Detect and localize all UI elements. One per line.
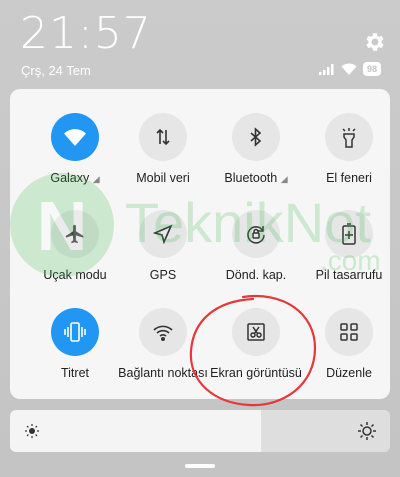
- tile-label: Bağlantı noktası: [118, 366, 208, 380]
- tile-label: Ekran görüntüsü: [210, 366, 302, 380]
- tile-wifi[interactable]: Galaxy ◢: [28, 113, 122, 213]
- tile-label: Dönd. kap.: [225, 268, 287, 282]
- airplane-icon[interactable]: [51, 210, 99, 258]
- wifi-icon: [341, 63, 357, 75]
- screenshot-icon[interactable]: [232, 308, 280, 356]
- tile-flashlight[interactable]: El feneri: [302, 113, 396, 213]
- tile-label: GPS: [149, 268, 177, 282]
- flashlight-icon[interactable]: [325, 113, 373, 161]
- tile-mobile-data[interactable]: Mobil veri: [116, 113, 210, 213]
- gear-icon[interactable]: [363, 30, 387, 54]
- battery-saver-icon[interactable]: [325, 210, 373, 258]
- panel-drag-handle[interactable]: [185, 464, 215, 468]
- tile-bluetooth[interactable]: Bluetooth ◢: [209, 113, 303, 213]
- wifi-icon[interactable]: [51, 113, 99, 161]
- brightness-low-icon: [25, 424, 39, 438]
- tile-battery-saver[interactable]: Pil tasarrufu: [302, 210, 396, 310]
- bluetooth-icon[interactable]: [232, 113, 280, 161]
- battery-icon: 98: [363, 62, 382, 76]
- status-icons: 98: [319, 62, 382, 76]
- tile-label: Bluetooth: [224, 171, 278, 185]
- rotation-lock-icon[interactable]: [232, 210, 280, 258]
- expand-icon[interactable]: ◢: [93, 174, 100, 184]
- tile-airplane[interactable]: Uçak modu: [28, 210, 122, 310]
- quick-settings-panel: Galaxy ◢ Mobil veri Bluetooth ◢ El fener…: [10, 89, 390, 399]
- tile-vibrate[interactable]: Titret: [28, 308, 122, 408]
- mobile-data-icon[interactable]: [139, 113, 187, 161]
- vibrate-icon[interactable]: [51, 308, 99, 356]
- date: Çrş, 24 Tem: [21, 63, 91, 78]
- brightness-slider[interactable]: [10, 410, 390, 452]
- tile-label: Mobil veri: [136, 171, 190, 185]
- signal-icon: [319, 63, 334, 75]
- edit-grid-icon[interactable]: [325, 308, 373, 356]
- tile-hotspot[interactable]: Bağlantı noktası: [116, 308, 210, 408]
- tile-label: Düzenle: [326, 366, 372, 380]
- tile-label: Pil tasarrufu: [315, 268, 383, 282]
- brightness-high-icon: [358, 422, 376, 440]
- clock: 21:57: [20, 8, 152, 59]
- tile-screenshot[interactable]: Ekran görüntüsü: [209, 308, 303, 408]
- expand-icon[interactable]: ◢: [281, 174, 288, 184]
- hotspot-icon[interactable]: [139, 308, 187, 356]
- location-icon[interactable]: [139, 210, 187, 258]
- tile-label: El feneri: [326, 171, 372, 185]
- tile-gps[interactable]: GPS: [116, 210, 210, 310]
- tile-edit[interactable]: Düzenle: [302, 308, 396, 408]
- tile-label: Galaxy: [50, 171, 90, 185]
- tile-rotation-lock[interactable]: Dönd. kap.: [209, 210, 303, 310]
